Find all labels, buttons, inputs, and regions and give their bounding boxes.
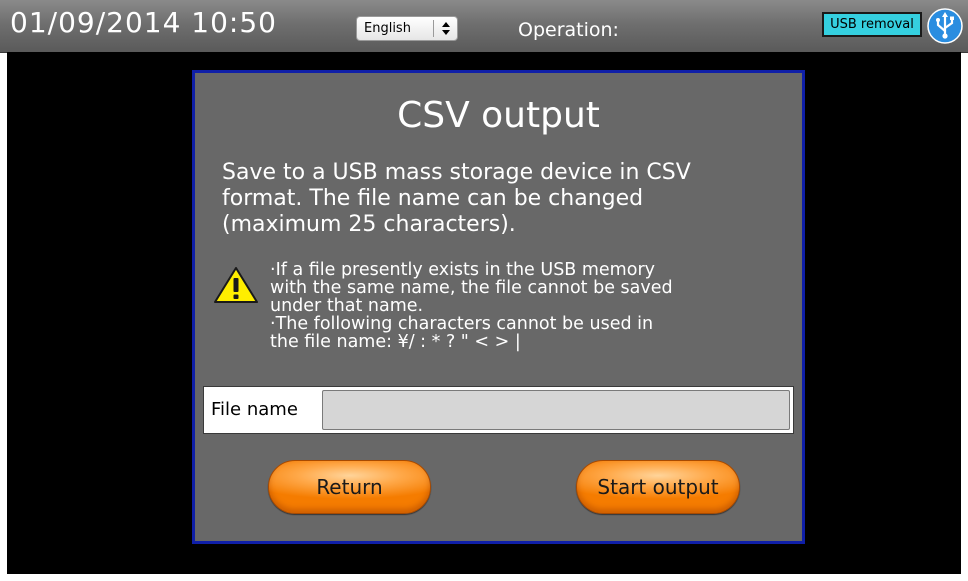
file-name-row: File name — [203, 386, 794, 434]
operation-label: Operation: — [518, 19, 619, 41]
usb-icon[interactable] — [927, 8, 963, 44]
csv-output-dialog: CSV output Save to a USB mass storage de… — [192, 70, 805, 544]
screen: 01/09/2014 10:50 English Operation: USB … — [0, 0, 968, 581]
return-button[interactable]: Return — [268, 460, 431, 514]
warning-icon — [214, 267, 258, 303]
file-name-input[interactable] — [322, 390, 790, 430]
status-bar: 01/09/2014 10:50 English Operation: USB … — [0, 0, 968, 53]
language-select[interactable]: English — [356, 16, 458, 41]
language-select-divider — [433, 20, 434, 37]
usb-removal-button[interactable]: USB removal — [822, 12, 922, 37]
datetime-display: 01/09/2014 10:50 — [10, 6, 277, 39]
warning-text: ·If a file presently exists in the USB m… — [270, 260, 673, 352]
language-selected-value: English — [364, 21, 411, 36]
dialog-title: CSV output — [397, 95, 600, 136]
file-name-label: File name — [211, 399, 298, 420]
dialog-description: Save to a USB mass storage device in CSV… — [222, 160, 691, 237]
start-output-button[interactable]: Start output — [576, 460, 740, 514]
select-arrows-icon — [442, 22, 450, 35]
